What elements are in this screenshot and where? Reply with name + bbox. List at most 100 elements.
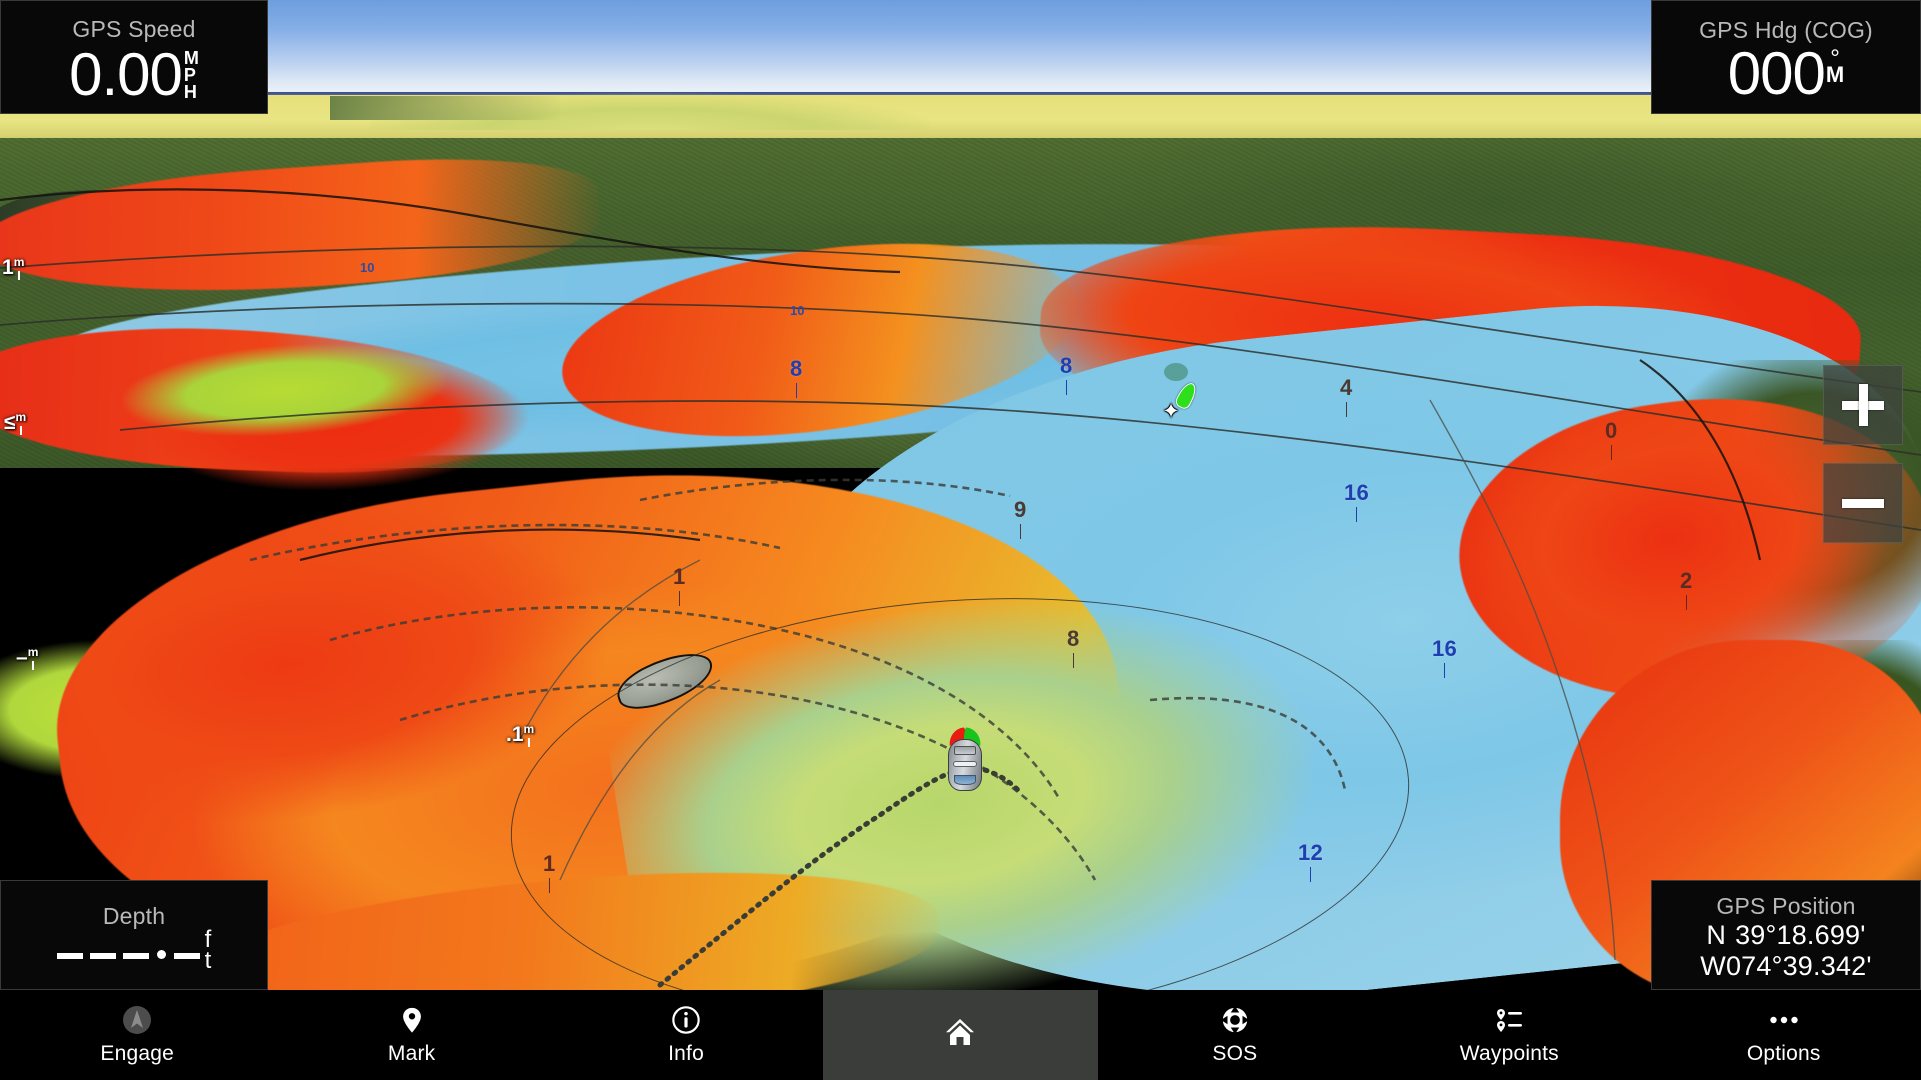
depth-sounding: 8	[1060, 355, 1073, 395]
nav-button-info[interactable]: Info	[549, 990, 823, 1080]
depth-title: Depth	[102, 903, 166, 930]
gps-heading-panel[interactable]: GPS Hdg (COG) 000 ° M	[1651, 0, 1921, 114]
sounding-tick	[678, 591, 680, 606]
sounding-tick	[1019, 524, 1021, 539]
nav-label-info: Info	[668, 1042, 704, 1065]
metric-depth-value: –	[16, 646, 28, 669]
sounding-tick	[795, 383, 797, 398]
home-icon	[944, 1016, 976, 1048]
nav-label-waypoints: Waypoints	[1459, 1042, 1559, 1065]
nav-button-home[interactable]	[823, 990, 1098, 1080]
gps-position-panel[interactable]: GPS Position N 39°18.699' W074°39.342'	[1651, 880, 1921, 990]
zoom-out-button[interactable]	[1823, 463, 1903, 543]
depth-sounding: 12	[1298, 842, 1323, 882]
vessel-stern	[954, 775, 976, 785]
depth-sounding-value: 1	[673, 564, 686, 589]
depth-unit: f t	[204, 926, 212, 974]
depth-sounding: 1	[673, 566, 686, 606]
ellipsis-icon	[1768, 1004, 1800, 1036]
depth-sounding-value: 4	[1340, 375, 1353, 400]
nav-button-waypoints[interactable]: Waypoints	[1372, 990, 1646, 1080]
metric-tick	[20, 426, 23, 435]
sounding-tick	[1072, 653, 1074, 668]
zoom-controls[interactable]	[1823, 365, 1903, 543]
metric-tick	[528, 738, 531, 747]
metric-depth-label: ≤m	[4, 410, 26, 435]
depth-sounding: 8	[1067, 628, 1080, 668]
metric-unit: m	[15, 410, 27, 424]
plus-icon	[1842, 384, 1884, 426]
depth-panel[interactable]: Depth f t	[0, 880, 268, 990]
autopilot-engage-icon	[121, 1004, 153, 1036]
depth-sounding: 2	[1680, 570, 1693, 610]
depth-sounding: 16	[1344, 482, 1369, 522]
metric-depth-value: ≤	[4, 411, 16, 434]
metric-tick	[18, 271, 21, 280]
metric-unit: m	[13, 255, 25, 269]
nav-button-mark[interactable]: Mark	[274, 990, 548, 1080]
info-circle-icon	[670, 1004, 702, 1036]
cursor-star-icon: ✦	[1162, 400, 1180, 423]
life-ring-icon	[1219, 1004, 1251, 1036]
depth-sounding: 8	[790, 358, 803, 398]
cursor-marker-shadow	[1164, 363, 1188, 381]
sounding-tick	[1065, 380, 1067, 395]
chart-minor-label: 10	[360, 260, 375, 275]
nav-button-engage[interactable]: Engage	[0, 990, 274, 1080]
depth-sounding-value: 16	[1344, 480, 1370, 505]
sky-gradient	[0, 0, 1921, 95]
gps-speed-value-row: 0.00 M P H	[69, 40, 199, 108]
depth-sounding-value: 1	[543, 851, 556, 876]
metric-depth-value: 1	[2, 256, 14, 279]
depth-sounding: 1	[543, 853, 556, 893]
nav-label-sos: SOS	[1212, 1042, 1258, 1065]
depth-sounding-value: 12	[1298, 840, 1324, 865]
gps-position-title: GPS Position	[1716, 892, 1856, 919]
gps-speed-unit: M P H	[183, 47, 199, 102]
sounding-tick	[1356, 507, 1358, 522]
sounding-tick	[1345, 402, 1347, 417]
depth-sounding-value: 9	[1014, 497, 1027, 522]
depth-sounding: 9	[1014, 499, 1027, 539]
nav-button-sos[interactable]: SOS	[1098, 990, 1372, 1080]
magnetic-reference: M	[1825, 62, 1845, 88]
zoom-in-button[interactable]	[1823, 365, 1903, 445]
minus-icon	[1842, 482, 1884, 524]
own-vessel-icon[interactable]	[945, 725, 985, 793]
depth-sounding: 4	[1340, 377, 1353, 417]
depth-sounding-value: 8	[1060, 353, 1073, 378]
metric-depth-label: –m	[16, 645, 38, 670]
metric-unit: m	[523, 722, 535, 736]
gps-heading-value-row: 000 ° M	[1727, 39, 1845, 107]
gps-speed-panel[interactable]: GPS Speed 0.00 M P H	[0, 0, 268, 114]
gps-speed-value: 0.00	[69, 40, 183, 108]
nav-label-mark: Mark	[387, 1042, 436, 1065]
chartplotter-app: 8 8 4 0 16 9 1 2 8 16 12 1 1m ≤m –m .1m 10 10 ✦	[0, 0, 1921, 1080]
far-dune-shadow	[330, 96, 560, 120]
chart-minor-label: 10	[790, 303, 805, 318]
metric-depth-label: .1m	[506, 722, 534, 747]
sounding-tick	[548, 878, 550, 893]
gps-longitude: W074°39.342'	[1700, 950, 1872, 981]
sounding-tick	[1444, 663, 1446, 678]
depth-sounding: 16	[1432, 638, 1457, 678]
depth-sounding: 0	[1605, 420, 1618, 460]
chart-3d-view[interactable]: 8 8 4 0 16 9 1 2 8 16 12 1 1m ≤m –m .1m 10 10 ✦	[0, 0, 1921, 990]
nav-label-engage: Engage	[100, 1042, 175, 1065]
metric-unit: m	[27, 645, 39, 659]
gps-speed-title: GPS Speed	[72, 15, 196, 42]
gps-heading-value: 000	[1727, 39, 1826, 107]
gps-heading-unit: ° M	[1825, 46, 1845, 88]
metric-depth-label: 1m	[2, 255, 24, 280]
map-pin-icon	[396, 1004, 428, 1036]
gps-latitude: N 39°18.699'	[1706, 919, 1866, 950]
depth-sounding-value: 8	[1067, 626, 1080, 651]
chart-cursor-marker[interactable]: ✦	[1162, 380, 1201, 422]
bottom-navigation-bar: Engage Mark Info SOS Waypoints Options	[0, 990, 1921, 1080]
depth-value-placeholder	[56, 950, 200, 960]
nav-button-options[interactable]: Options	[1647, 990, 1921, 1080]
depth-sounding-value: 16	[1432, 636, 1458, 661]
metric-tick	[32, 661, 35, 670]
waypoint-list-icon	[1493, 1004, 1525, 1036]
sounding-tick	[1685, 595, 1687, 610]
